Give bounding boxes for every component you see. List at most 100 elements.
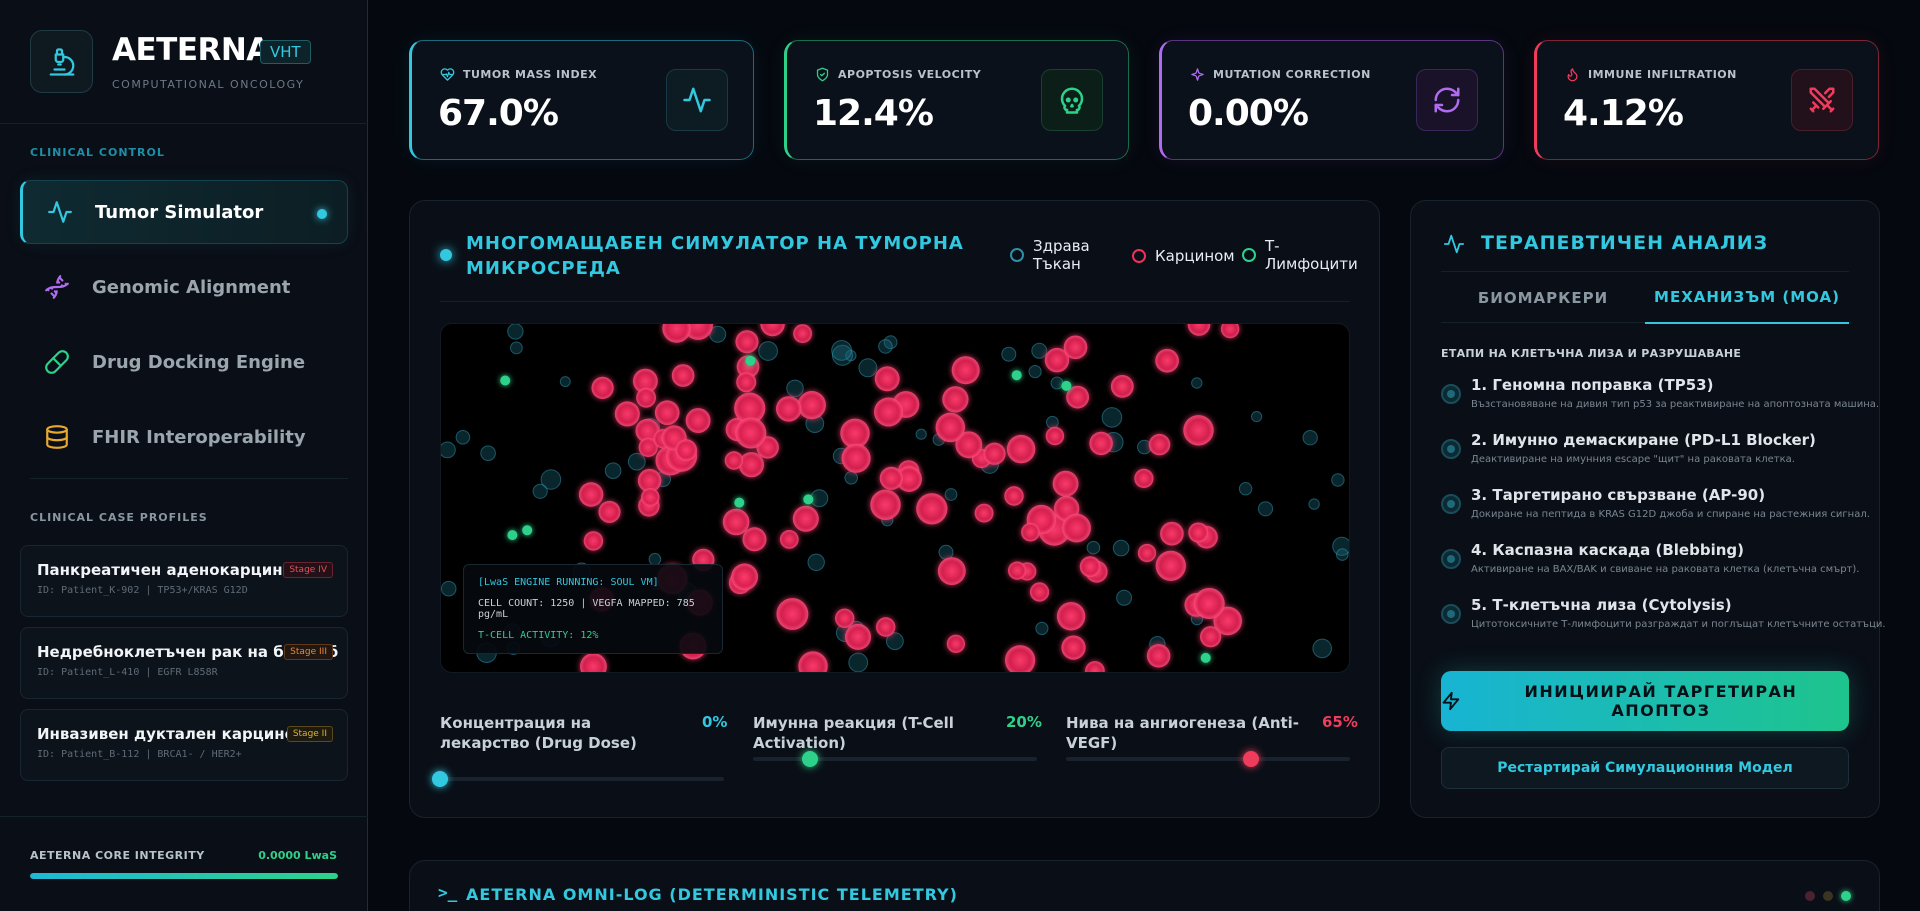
carcinoma-cell bbox=[792, 505, 819, 532]
healthy-cell bbox=[1101, 407, 1123, 428]
slider-thumb[interactable] bbox=[801, 751, 818, 767]
stat-value: 0.00% bbox=[1188, 93, 1309, 134]
dot bbox=[1805, 891, 1815, 901]
t-cell-slider[interactable] bbox=[753, 751, 1037, 767]
healthy-cell bbox=[938, 544, 954, 560]
carcinoma-cell bbox=[841, 443, 871, 473]
healthy-cell bbox=[1251, 411, 1263, 423]
nav-item-tumor-simulator[interactable]: Tumor Simulator bbox=[20, 180, 348, 244]
case-profile[interactable]: Инвазивен дуктален карцином ID: Patient_… bbox=[20, 709, 348, 781]
carcinoma-cell bbox=[1029, 582, 1050, 602]
initiate-apoptosis-button[interactable]: ИНИЦИИРАЙ ТАРГЕТИРАН АПОПТОЗ bbox=[1441, 671, 1849, 731]
drug-dose-slider[interactable] bbox=[432, 771, 724, 787]
shield-check-icon bbox=[816, 67, 829, 82]
carcinoma-cell bbox=[1110, 375, 1134, 398]
stages-label: ЕТАПИ НА КЛЕТЪЧНА ЛИЗА И РАЗРУШАВАНЕ bbox=[1441, 347, 1742, 360]
carcinoma-cell bbox=[1187, 324, 1211, 336]
carcinoma-cell bbox=[1200, 626, 1222, 648]
carcinoma-cell bbox=[951, 356, 980, 385]
sparkle-icon bbox=[1191, 68, 1204, 81]
carcinoma-cell bbox=[916, 493, 948, 525]
healthy-cell bbox=[627, 452, 646, 471]
step-desc: Възстановяване на дивия тип p53 за реакт… bbox=[1471, 399, 1880, 410]
healthy-cell bbox=[441, 580, 457, 597]
sidebar-divider bbox=[0, 123, 368, 124]
carcinoma-cell bbox=[1008, 561, 1027, 580]
anti-vegf-slider[interactable] bbox=[1066, 751, 1350, 767]
carcinoma-cell bbox=[1160, 521, 1184, 546]
button-label: ИНИЦИИРАЙ ТАРГЕТИРАН АПОПТОЗ bbox=[1524, 682, 1798, 720]
slider-label: Нива на ангиогенеза (Anti-VEGF) bbox=[1066, 714, 1300, 752]
carcinoma-cell bbox=[876, 617, 896, 637]
slider-thumb[interactable] bbox=[432, 771, 448, 787]
healthy-cell bbox=[455, 430, 471, 445]
simulation-canvas[interactable]: [LwaS ENGINE RUNNING: SOUL VM] CELL COUN… bbox=[440, 323, 1350, 673]
healthy-cell bbox=[810, 489, 829, 508]
slider-value: 65% bbox=[1322, 713, 1358, 731]
healthy-cell bbox=[532, 483, 548, 499]
stat-label: MUTATION CORRECTION bbox=[1213, 68, 1371, 81]
carcinoma-cell bbox=[591, 376, 614, 399]
integrity-bar bbox=[30, 873, 338, 879]
carcinoma-cell bbox=[1004, 486, 1024, 506]
stat-label: TUMOR MASS INDEX bbox=[463, 68, 598, 81]
carcinoma-cell bbox=[840, 418, 870, 448]
healthy-cell bbox=[507, 324, 524, 340]
healthy-cell bbox=[510, 341, 523, 355]
nav-item-drug-docking[interactable]: Drug Docking Engine bbox=[20, 330, 348, 394]
carcinoma-cell bbox=[598, 500, 621, 523]
case-profile[interactable]: Недребноклетъчен рак на б. дроб ID: Pati… bbox=[20, 627, 348, 699]
nav-label: FHIR Interoperability bbox=[92, 426, 306, 448]
microscope-icon[interactable] bbox=[30, 30, 93, 93]
title-dot bbox=[440, 249, 452, 261]
nav-label: Genomic Alignment bbox=[92, 276, 291, 298]
carcinoma-cell bbox=[1220, 324, 1240, 339]
carcinoma-cell bbox=[1183, 415, 1214, 446]
nav-label: Drug Docking Engine bbox=[92, 351, 306, 373]
t-lymphocyte bbox=[500, 375, 511, 386]
step-indicator bbox=[1441, 549, 1461, 569]
healthy-cell bbox=[915, 428, 927, 440]
nav-item-genomic-alignment[interactable]: Genomic Alignment bbox=[20, 255, 348, 319]
log-title: AETERNA OMNI-LOG (DETERMINISTIC TELEMETR… bbox=[466, 885, 958, 904]
carcinoma-cell bbox=[736, 372, 757, 393]
nav-item-fhir[interactable]: FHIR Interoperability bbox=[20, 405, 348, 469]
carcinoma-cell bbox=[675, 439, 697, 461]
brand-badge: VHT bbox=[260, 40, 311, 64]
stat-label: IMMUNE INFILTRATION bbox=[1588, 68, 1737, 81]
case-id: ID: Patient_L-410 | EGFR L858R bbox=[37, 667, 218, 678]
carcinoma-cell bbox=[874, 397, 903, 427]
healthy-cell bbox=[1046, 415, 1059, 429]
panel-divider bbox=[440, 301, 1350, 302]
t-lymphocyte bbox=[1200, 652, 1211, 663]
t-lymphocyte bbox=[745, 355, 756, 366]
slider-label: Концентрация на лекарство (Drug Dose) bbox=[440, 714, 637, 752]
legend-t-cells: Т-Лимфоцити bbox=[1242, 237, 1358, 273]
carcinoma-cell bbox=[1056, 602, 1086, 631]
healthy-cell bbox=[878, 339, 893, 354]
case-profile[interactable]: Панкреатичен аденокарцином ID: Patient_K… bbox=[20, 545, 348, 617]
healthy-cell bbox=[807, 553, 825, 572]
healthy-cell bbox=[858, 358, 878, 378]
step-indicator bbox=[1441, 384, 1461, 404]
brand-name: AETERNA bbox=[112, 32, 270, 68]
pill-icon bbox=[42, 347, 72, 377]
tab-moa[interactable]: МЕХАНИЗЪМ (MOA) bbox=[1645, 272, 1849, 324]
integrity-label: AETERNA CORE INTEGRITY bbox=[30, 849, 205, 862]
t-lymphocyte bbox=[803, 494, 814, 505]
pulse-icon bbox=[45, 197, 75, 227]
tab-biomarkers[interactable]: БИОМАРКЕРИ bbox=[1441, 272, 1645, 324]
slider-thumb[interactable] bbox=[1242, 751, 1259, 767]
carcinoma-cell bbox=[879, 466, 903, 490]
moa-step: 3. Таргетирано свързване (AP-90) Докиран… bbox=[1441, 486, 1870, 526]
healthy-cell bbox=[1191, 377, 1203, 389]
healthy-cell bbox=[831, 340, 853, 361]
omni-log-panel: >_ AETERNA OMNI-LOG (DETERMINISTIC TELEM… bbox=[409, 860, 1880, 911]
dot bbox=[1823, 891, 1833, 901]
legend-healthy: Здрава Тъкан bbox=[1010, 237, 1100, 273]
carcinoma-cell bbox=[1045, 426, 1065, 446]
slider-value: 20% bbox=[1006, 713, 1042, 731]
restart-simulation-button[interactable]: Рестартирай Симулационния Модел bbox=[1441, 747, 1849, 789]
healthy-cell bbox=[1308, 498, 1320, 510]
step-title: 1. Геномна поправка (TP53) bbox=[1471, 376, 1714, 394]
